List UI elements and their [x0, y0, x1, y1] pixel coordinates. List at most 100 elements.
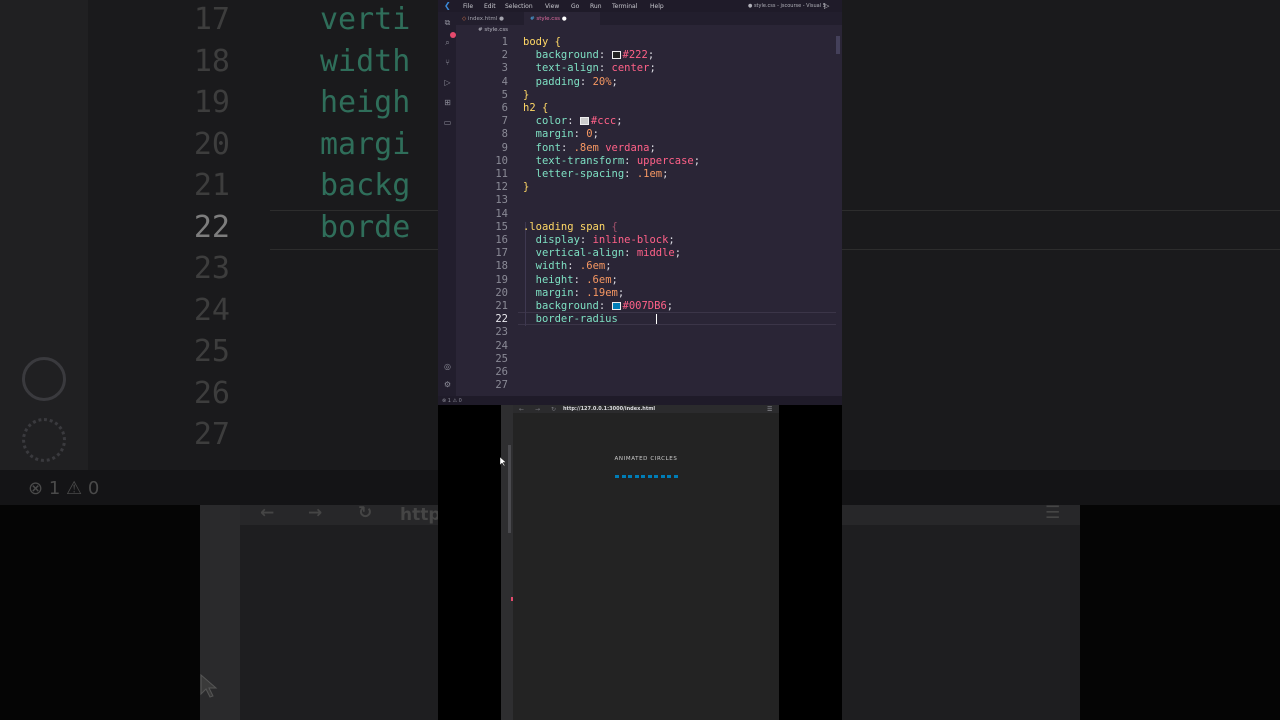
background-code-fragment: margi: [320, 126, 411, 162]
code-token: {: [554, 36, 561, 48]
line-number: 16: [495, 234, 508, 246]
loading-dots: [615, 463, 680, 478]
loading-dot: [673, 475, 678, 478]
code-token: #222: [622, 49, 648, 62]
extensions-icon[interactable]: ⊞: [443, 98, 452, 107]
explorer-icon[interactable]: ⧉: [443, 18, 452, 27]
background-error-count: 1: [48, 478, 61, 499]
browser-bottom-bar: [561, 716, 771, 720]
code-token: ;: [611, 273, 618, 286]
code-line: 20 margin: .19em;: [456, 287, 836, 300]
account-icon[interactable]: ◎: [443, 362, 452, 371]
line-number: 19: [495, 273, 508, 286]
background-line-number: 26: [193, 375, 230, 411]
reload-icon[interactable]: ↻: [551, 406, 556, 413]
code-token: :: [567, 115, 580, 128]
code-token: .6em: [586, 273, 612, 286]
code-token: }: [523, 88, 530, 101]
error-count[interactable]: 1: [448, 398, 451, 404]
loading-dot: [654, 475, 658, 478]
line-number: 21: [495, 300, 508, 312]
code-token: ;: [693, 154, 701, 167]
code-line: 1 body {: [456, 36, 836, 49]
menu-help[interactable]: Help: [650, 3, 664, 10]
loading-dot: [621, 475, 626, 478]
menu-view[interactable]: View: [545, 3, 559, 10]
background-line-number: 24: [193, 292, 230, 328]
line-number: 23: [495, 326, 508, 339]
background-line-number: 21: [193, 168, 230, 203]
code-token: ;: [662, 168, 669, 180]
code-text: vertical-align: middle;: [523, 247, 681, 260]
code-token: color: [523, 115, 568, 128]
code-token: .8em: [573, 141, 599, 154]
line-number: 26: [495, 366, 508, 378]
browser-scrollbar[interactable]: [508, 445, 511, 533]
code-editor[interactable]: 1 body {2 background: #222; 3 text-align: …: [456, 36, 836, 396]
line-number: 13: [495, 194, 508, 207]
forward-arrow-icon[interactable]: →: [535, 406, 540, 413]
forward-arrow-icon: →: [308, 503, 323, 523]
code-text: margin: .19em;: [523, 286, 625, 300]
line-number: 6: [501, 102, 508, 114]
background-line-number: 19: [193, 85, 230, 120]
menu-icon[interactable]: ☰: [767, 406, 772, 413]
menu-go[interactable]: Go: [571, 3, 579, 10]
back-arrow-icon[interactable]: ←: [519, 406, 524, 413]
run-debug-icon[interactable]: ▷: [443, 78, 452, 87]
source-control-icon[interactable]: ⑂: [443, 58, 452, 67]
code-line: 15 .loading span {: [456, 221, 836, 234]
settings-gear-icon[interactable]: ⚙: [443, 380, 452, 389]
tab-style-css[interactable]: # style.css ●: [524, 12, 600, 25]
code-token: ;: [649, 141, 656, 154]
tab-index-html[interactable]: ◇ index.html ●: [456, 12, 524, 25]
menu-file[interactable]: File: [463, 3, 473, 10]
breadcrumb[interactable]: # style.css: [478, 27, 508, 33]
background-activity-bar: [0, 0, 88, 470]
code-token: ;: [616, 115, 623, 128]
warning-count[interactable]: 0: [459, 398, 462, 404]
menu-edit[interactable]: Edit: [484, 3, 496, 10]
code-line: 12}: [456, 181, 836, 194]
window-title: ● style.css - jscourse - Visual S: [748, 3, 826, 9]
code-token: ;: [605, 260, 612, 273]
code-token: ;: [592, 128, 599, 141]
activity-bar: ⧉ ⌕ ⑂ ▷ ⊞ ▭ ◎ ⚙: [438, 12, 456, 396]
code-token: :: [624, 154, 637, 167]
background-mouse-cursor-icon: [200, 674, 218, 698]
warning-icon[interactable]: ⚠: [453, 398, 457, 404]
line-number: 8: [501, 128, 508, 141]
url-field[interactable]: http://127.0.0.1:3000/index.html: [563, 406, 655, 412]
error-icon[interactable]: ⊗: [442, 398, 446, 404]
code-token: inline-block: [592, 234, 669, 246]
code-token: #ccc: [590, 115, 617, 128]
vscode-window: ❮ File Edit Selection View Go Run Termin…: [438, 0, 842, 405]
code-token: verdana: [598, 141, 650, 154]
remote-explorer-icon[interactable]: ▭: [443, 118, 452, 127]
line-number: 20: [495, 286, 508, 299]
code-token: .19em: [586, 286, 618, 299]
menu-terminal[interactable]: Terminal: [612, 3, 637, 10]
gear-icon: [22, 418, 66, 462]
menu-icon: ☰: [1045, 503, 1061, 523]
editor-scrollbar[interactable]: [836, 36, 840, 54]
menu-run[interactable]: Run: [590, 3, 602, 10]
code-token: ;: [647, 49, 655, 62]
code-token: .1em: [636, 168, 663, 180]
code-token: }: [523, 181, 530, 194]
code-line: 4 padding: 20%;: [456, 76, 836, 89]
search-icon[interactable]: ⌕: [443, 38, 452, 47]
background-line-number: 23: [193, 251, 230, 286]
code-token: ;: [674, 247, 682, 260]
background-url: http: [400, 505, 441, 525]
code-token: :: [579, 234, 593, 246]
code-line: 11 letter-spacing: .1em;: [456, 168, 836, 181]
background-code-fragment: heigh: [320, 85, 411, 120]
code-token: {: [611, 220, 618, 233]
run-icon[interactable]: ▷: [824, 2, 829, 10]
code-line: 9 font: .8em verdana;: [456, 142, 836, 155]
mouse-cursor-icon: [500, 457, 506, 466]
menu-selection[interactable]: Selection: [505, 3, 533, 10]
code-line: 27: [456, 379, 836, 392]
code-token: background: [523, 300, 599, 312]
